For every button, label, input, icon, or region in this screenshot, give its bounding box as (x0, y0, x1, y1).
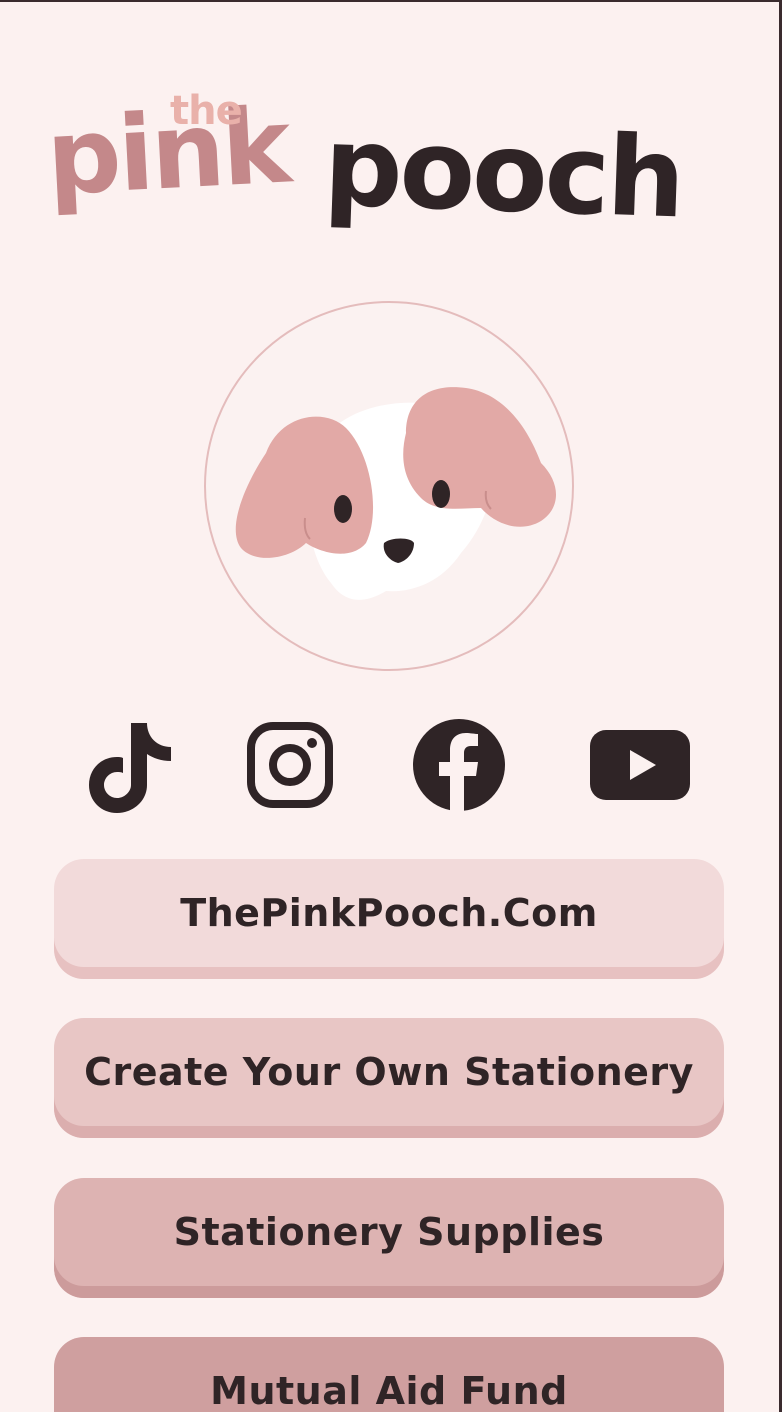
logo-word-the: the (170, 88, 243, 134)
tiktok-icon (89, 723, 171, 813)
link-button-website[interactable]: ThePinkPooch.Com (54, 859, 724, 979)
facebook-icon (413, 719, 505, 812)
window-top-border (0, 0, 782, 2)
facebook-link[interactable] (410, 710, 508, 820)
youtube-link[interactable] (586, 710, 694, 820)
social-links-row (0, 710, 782, 820)
brand-logo: pink the pooch (44, 85, 730, 243)
instagram-icon (247, 722, 333, 808)
instagram-link[interactable] (244, 710, 336, 820)
link-button-stationery-supplies[interactable]: Stationery Supplies (54, 1178, 724, 1298)
puppy-face-icon (235, 387, 556, 600)
youtube-icon (590, 730, 690, 800)
link-button-mutual-aid-fund[interactable]: Mutual Aid Fund (54, 1337, 724, 1412)
tiktok-link[interactable] (78, 710, 178, 820)
logo-word-pooch: pooch (321, 102, 685, 243)
profile-avatar (204, 301, 574, 671)
link-button-create-stationery[interactable]: Create Your Own Stationery (54, 1018, 724, 1138)
logo-word-pink: pink (43, 84, 292, 219)
